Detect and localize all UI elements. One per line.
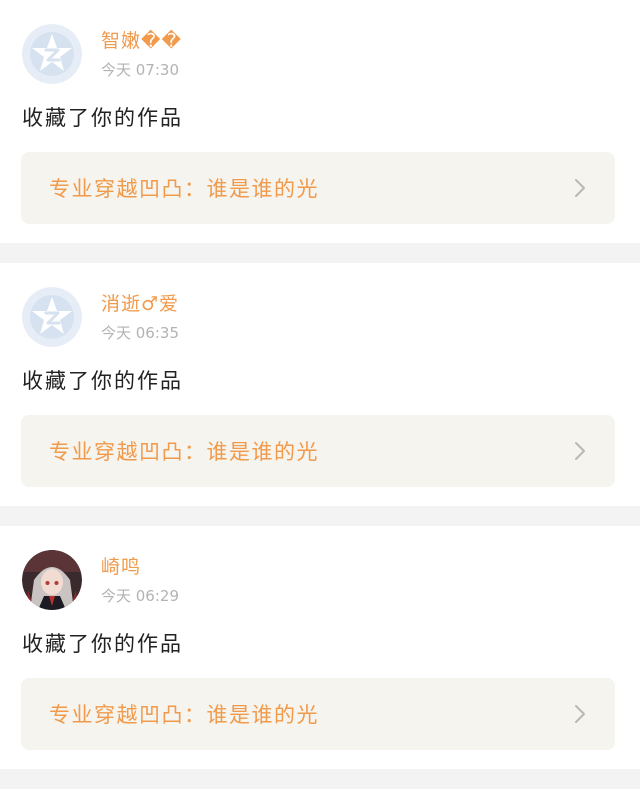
user-meta: 崎鸣 今天 06:29 (101, 550, 179, 607)
separator (0, 506, 640, 526)
work-link[interactable]: 专业穿越凹凸：谁是谁的光 (21, 678, 615, 750)
work-link[interactable]: 专业穿越凹凸：谁是谁的光 (21, 152, 615, 224)
timestamp: 今天 06:29 (101, 587, 179, 605)
chevron-right-icon (573, 703, 587, 725)
avatar[interactable] (22, 287, 82, 347)
avatar[interactable] (22, 550, 82, 610)
work-title: 专业穿越凹凸：谁是谁的光 (49, 177, 319, 201)
username[interactable]: 崎鸣 (101, 555, 179, 579)
user-row: 智嫩�� 今天 07:30 (22, 24, 182, 84)
notification-card: 崎鸣 今天 06:29 收藏了你的作品 专业穿越凹凸：谁是谁的光 (0, 526, 640, 769)
avatar[interactable] (22, 24, 82, 84)
user-meta: 消逝♂爱 今天 06:35 (101, 287, 179, 344)
notification-card: 消逝♂爱 今天 06:35 收藏了你的作品 专业穿越凹凸：谁是谁的光 (0, 263, 640, 506)
notification-card: 智嫩�� 今天 07:30 收藏了你的作品 专业穿越凹凸：谁是谁的光 (0, 0, 640, 243)
action-text: 收藏了你的作品 (22, 632, 183, 656)
anime-avatar-icon (22, 550, 82, 610)
default-avatar-icon (22, 24, 82, 84)
action-text: 收藏了你的作品 (22, 369, 183, 393)
user-row: 消逝♂爱 今天 06:35 (22, 287, 179, 347)
chevron-right-icon (573, 177, 587, 199)
separator (0, 769, 640, 789)
action-text: 收藏了你的作品 (22, 106, 183, 130)
work-link[interactable]: 专业穿越凹凸：谁是谁的光 (21, 415, 615, 487)
username[interactable]: 智嫩�� (101, 29, 182, 53)
timestamp: 今天 06:35 (101, 324, 179, 342)
work-title: 专业穿越凹凸：谁是谁的光 (49, 440, 319, 464)
separator (0, 243, 640, 263)
default-avatar-icon (22, 287, 82, 347)
chevron-right-icon (573, 440, 587, 462)
work-title: 专业穿越凹凸：谁是谁的光 (49, 703, 319, 727)
user-meta: 智嫩�� 今天 07:30 (101, 24, 182, 81)
user-row: 崎鸣 今天 06:29 (22, 550, 179, 610)
username[interactable]: 消逝♂爱 (101, 292, 179, 316)
timestamp: 今天 07:30 (101, 61, 179, 79)
